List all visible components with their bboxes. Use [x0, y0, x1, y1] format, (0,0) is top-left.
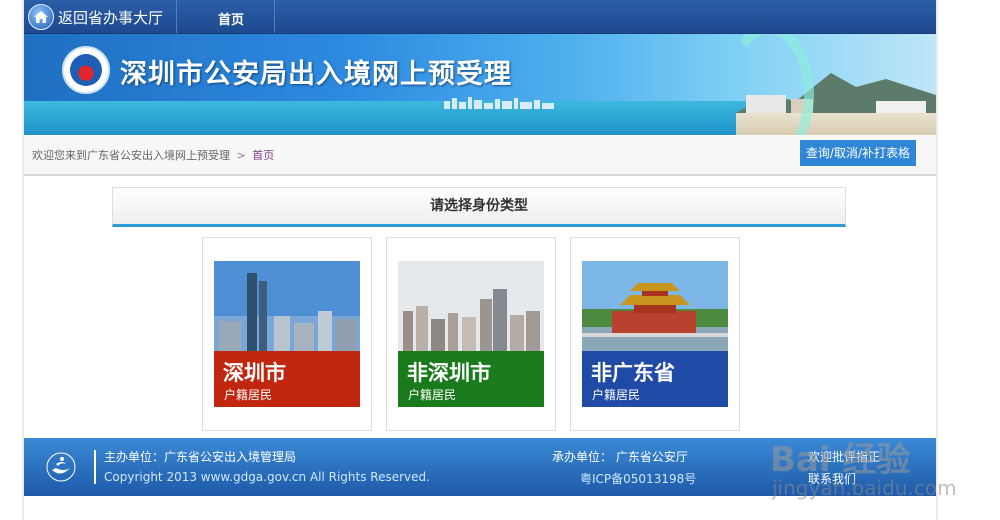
identity-card-shenzhen[interactable]: 深圳市 户籍居民 [202, 237, 372, 431]
breadcrumb-current[interactable]: 首页 [252, 149, 274, 162]
footer-organizer: 承办单位： 广东省公安厅 [552, 450, 688, 464]
shenzhen-skyline-image [214, 261, 360, 351]
back-to-hall-link[interactable]: 返回省办事大厅 [58, 7, 163, 28]
card-label: 深圳市 户籍居民 [214, 351, 360, 407]
footer-logo-icon [46, 452, 76, 482]
card-label: 非广东省 户籍居民 [582, 351, 728, 407]
nav-home-link[interactable]: 首页 [218, 9, 244, 28]
card-title: 非广东省 [591, 361, 675, 385]
home-icon[interactable] [28, 4, 54, 30]
query-cancel-reprint-button[interactable]: 查询/取消/补打表格 [799, 140, 916, 166]
breadcrumb-separator: > [236, 149, 246, 162]
top-nav-bar: 返回省办事大厅 首页 [24, 0, 936, 34]
page-container: 返回省办事大厅 首页 深圳市公安局出入境网上预受理 欢迎您来到广东省公安出入境网… [24, 0, 936, 520]
header-banner: 深圳市公安局出入境网上预受理 [24, 34, 936, 135]
card-subtitle: 户籍居民 [224, 388, 273, 402]
breadcrumb-welcome-text: 欢迎您来到广东省公安出入境网上预受理 [32, 149, 230, 162]
identity-type-heading: 请选择身份类型 [430, 198, 528, 214]
identity-card-non-guangdong[interactable]: 非广东省 户籍居民 [570, 237, 740, 431]
banner-swirl-decoration [724, 34, 814, 135]
page-footer: 主办单位：广东省公安出入境管理局 Copyright 2013 www.gdga… [24, 438, 936, 496]
city-skyline-image [398, 261, 544, 351]
footer-feedback-text: 欢迎批评指正 [808, 450, 881, 464]
forbidden-city-image [582, 261, 728, 351]
card-title: 非深圳市 [407, 361, 491, 385]
footer-icp[interactable]: 粤ICP备05013198号 [580, 470, 696, 487]
contact-us-link[interactable]: 联系我们 [808, 470, 856, 487]
banner-skyline-image [444, 97, 554, 109]
identity-card-non-shenzhen[interactable]: 非深圳市 户籍居民 [386, 237, 556, 431]
breadcrumb-bar: 欢迎您来到广东省公安出入境网上预受理 > 首页 查询/取消/补打表格 [24, 136, 936, 176]
card-subtitle: 户籍居民 [592, 388, 641, 402]
nav-divider [274, 0, 275, 33]
nav-divider [176, 0, 177, 33]
card-subtitle: 户籍居民 [408, 388, 457, 402]
breadcrumb: 欢迎您来到广东省公安出入境网上预受理 > 首页 [32, 147, 274, 163]
police-emblem-logo [62, 46, 110, 94]
footer-divider [94, 450, 96, 484]
identity-type-header: 请选择身份类型 [112, 187, 846, 227]
footer-host-org: 主办单位：广东省公安出入境管理局 [104, 450, 297, 464]
card-label: 非深圳市 户籍居民 [398, 351, 544, 407]
card-title: 深圳市 [223, 361, 286, 385]
footer-copyright: Copyright 2013 www.gdga.gov.cn All Right… [104, 470, 430, 484]
site-title: 深圳市公安局出入境网上预受理 [120, 59, 512, 90]
